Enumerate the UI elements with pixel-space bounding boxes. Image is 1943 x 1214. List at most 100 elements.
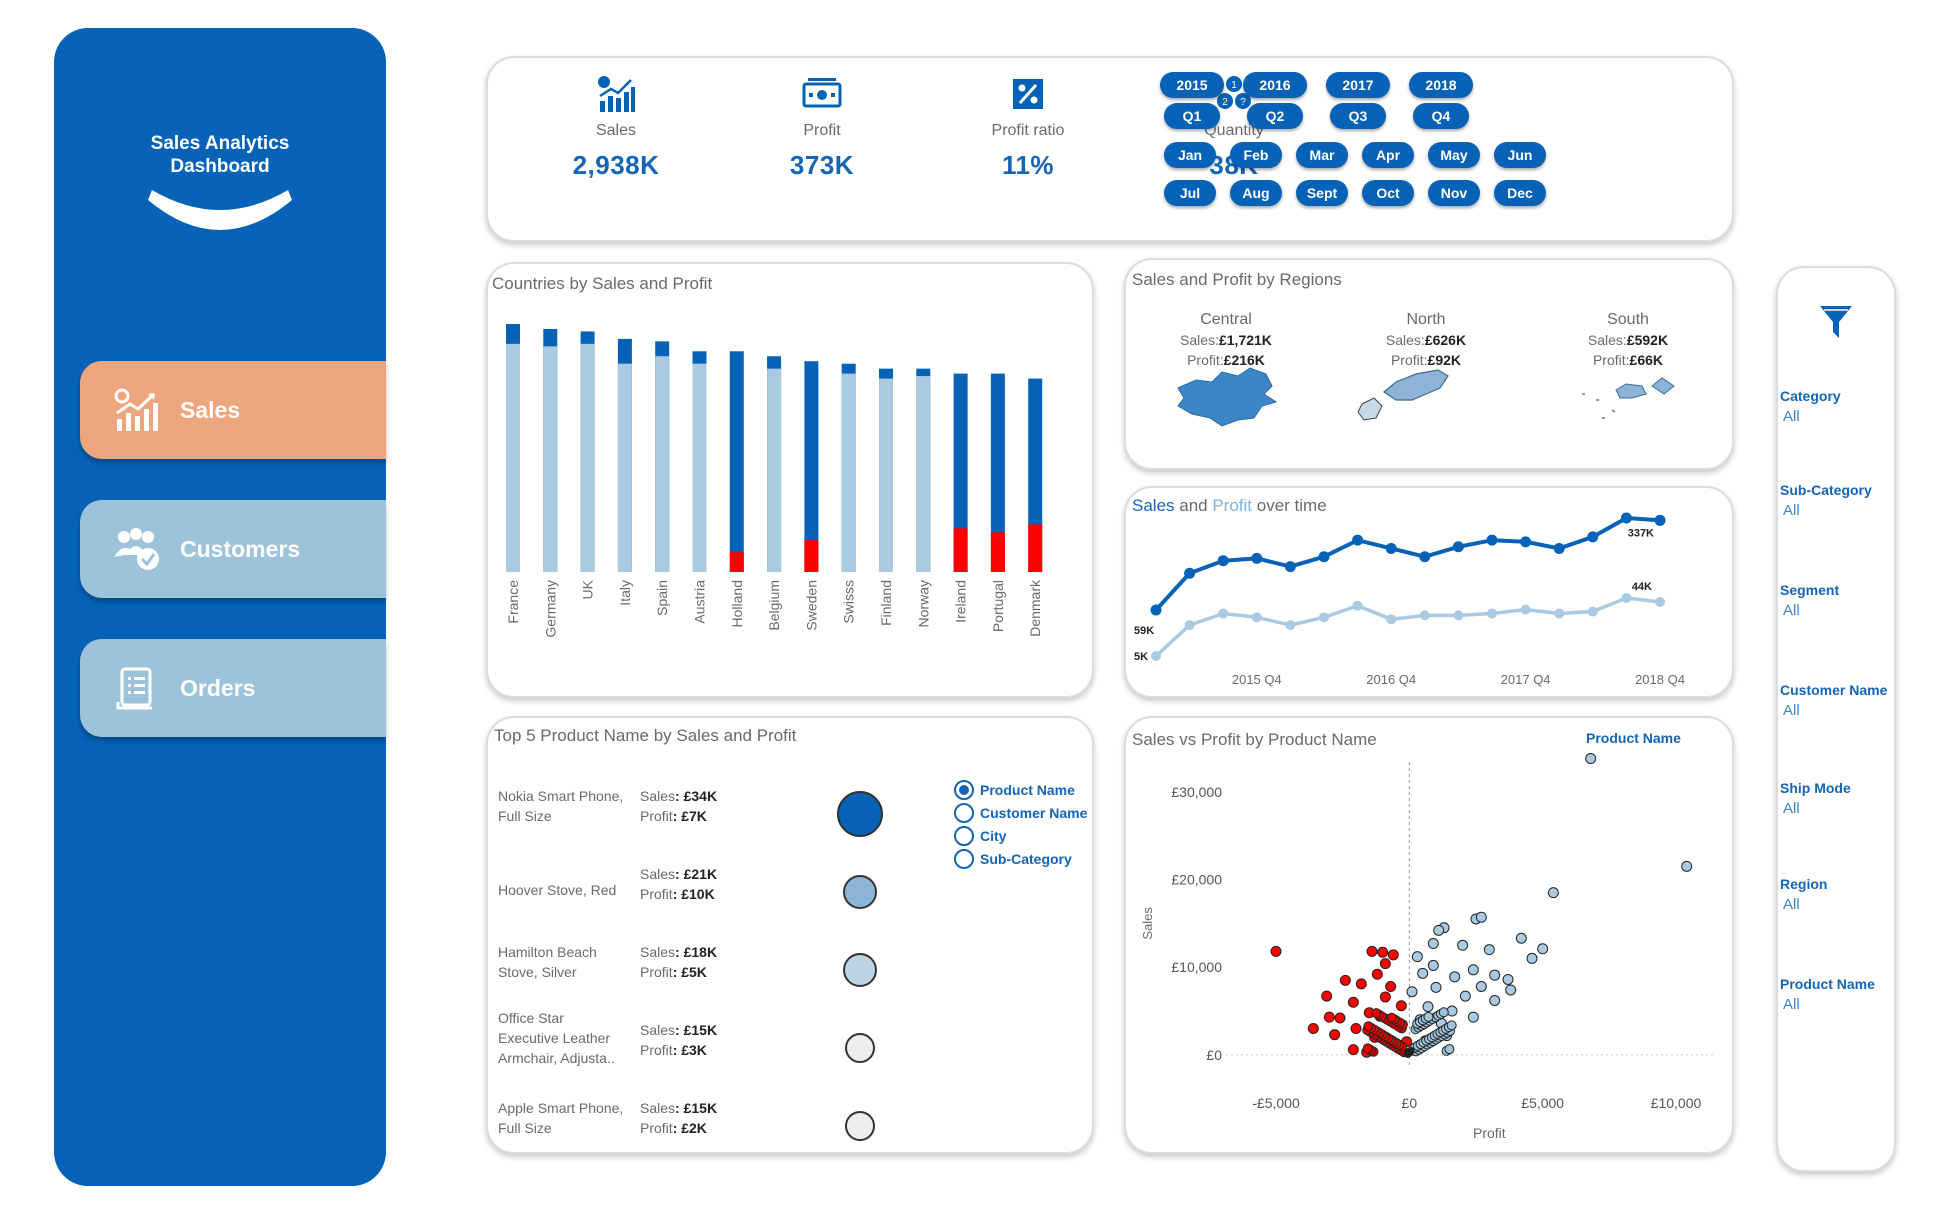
- profit-point[interactable]: [1352, 600, 1363, 611]
- radio-icon[interactable]: [954, 848, 974, 869]
- top5-bubble[interactable]: [843, 953, 877, 987]
- month-pill[interactable]: Nov: [1428, 180, 1480, 206]
- scatter-point[interactable]: [1355, 978, 1367, 990]
- scatter-point[interactable]: [1505, 984, 1517, 996]
- profit-point[interactable]: [1184, 620, 1195, 631]
- bar-profit[interactable]: [767, 368, 782, 572]
- scatter-point[interactable]: [1323, 1011, 1335, 1023]
- profit-point[interactable]: [1319, 612, 1329, 623]
- profit-point[interactable]: [1218, 608, 1229, 619]
- sales-point[interactable]: [1452, 541, 1464, 553]
- scatter-point[interactable]: [1385, 980, 1397, 992]
- scatter-point[interactable]: [1334, 1012, 1346, 1024]
- scatter-point[interactable]: [1467, 1011, 1479, 1023]
- scatter-point[interactable]: [1321, 990, 1333, 1002]
- year-pill[interactable]: 2018: [1409, 72, 1473, 98]
- scatter-point[interactable]: [1395, 1000, 1407, 1012]
- sales-point[interactable]: [1520, 536, 1532, 548]
- filter-value[interactable]: All: [1783, 502, 1872, 519]
- filter-product-name[interactable]: Product Name All: [1780, 976, 1875, 1013]
- radio-icon[interactable]: [954, 825, 974, 846]
- year-pill[interactable]: 2015: [1160, 72, 1224, 98]
- scatter-point[interactable]: [1386, 1012, 1397, 1023]
- filter-ship-mode[interactable]: Ship Mode All: [1780, 780, 1851, 817]
- top5-bubble[interactable]: [837, 791, 883, 837]
- sales-point[interactable]: [1486, 534, 1498, 546]
- filter-value[interactable]: All: [1783, 408, 1841, 425]
- sales-point[interactable]: [1553, 542, 1565, 554]
- profit-point[interactable]: [1453, 610, 1464, 621]
- bar-loss[interactable]: [729, 552, 744, 572]
- month-pill[interactable]: May: [1428, 142, 1480, 168]
- year-pill[interactable]: 2016: [1243, 72, 1307, 98]
- scatter-point[interactable]: [1502, 973, 1514, 985]
- scatter-point[interactable]: [1467, 964, 1479, 976]
- scatter-point[interactable]: [1427, 938, 1439, 950]
- filter-value[interactable]: All: [1783, 800, 1851, 817]
- bar-loss[interactable]: [953, 528, 968, 572]
- scatter-point[interactable]: [1347, 1044, 1359, 1056]
- scatter-point[interactable]: [1681, 860, 1693, 872]
- dimension-option-sub-category[interactable]: Sub-Category: [954, 847, 1087, 870]
- scatter-point[interactable]: [1433, 924, 1445, 936]
- quarter-pill[interactable]: Q2: [1247, 103, 1303, 129]
- scatter-point[interactable]: [1377, 946, 1389, 958]
- bar-profit[interactable]: [841, 373, 856, 572]
- scatter-point[interactable]: [1489, 969, 1501, 981]
- scatter-point[interactable]: [1459, 990, 1471, 1002]
- bar-profit[interactable]: [655, 356, 670, 572]
- filter-value[interactable]: All: [1783, 702, 1887, 719]
- sales-point[interactable]: [1352, 534, 1364, 546]
- filter-customer-name[interactable]: Customer Name All: [1780, 682, 1887, 719]
- sales-point[interactable]: [1620, 512, 1632, 524]
- scatter-point[interactable]: [1379, 958, 1391, 970]
- bar-sales[interactable]: [729, 351, 744, 572]
- scatter-point[interactable]: [1366, 945, 1378, 957]
- sales-point[interactable]: [1318, 551, 1330, 563]
- scatter-point[interactable]: [1379, 991, 1391, 1003]
- profit-point[interactable]: [1621, 593, 1632, 603]
- scatter-point[interactable]: [1483, 944, 1495, 956]
- profit-point[interactable]: [1285, 620, 1296, 631]
- month-pill[interactable]: Jan: [1164, 142, 1216, 168]
- scatter-point[interactable]: [1371, 968, 1383, 980]
- top5-bubble[interactable]: [843, 875, 877, 909]
- filter-sub-category[interactable]: Sub-Category All: [1780, 482, 1872, 519]
- scatter-point[interactable]: [1423, 1011, 1434, 1022]
- scatter-point[interactable]: [1417, 967, 1429, 979]
- scatter-point[interactable]: [1307, 1023, 1319, 1035]
- profit-point[interactable]: [1419, 610, 1430, 621]
- profit-point[interactable]: [1251, 612, 1262, 623]
- bar-profit[interactable]: [543, 346, 558, 572]
- bar-loss[interactable]: [1028, 524, 1043, 572]
- bar-profit[interactable]: [580, 343, 595, 572]
- nav-customers-button[interactable]: Customers: [80, 500, 386, 598]
- dimension-option-customer-name[interactable]: Customer Name: [954, 801, 1087, 824]
- scatter-point[interactable]: [1585, 753, 1597, 765]
- top5-row[interactable]: Hoover Stove, Red Sales: £21K Profit: £10K: [498, 860, 1058, 930]
- scatter-point[interactable]: [1537, 943, 1549, 955]
- scatter-point[interactable]: [1363, 1021, 1374, 1032]
- filter-region[interactable]: Region All: [1780, 876, 1827, 913]
- profit-point[interactable]: [1487, 608, 1497, 619]
- top5-row[interactable]: Office Star Executive Leather Armchair, Ad…: [498, 1010, 1058, 1086]
- sales-point[interactable]: [1217, 555, 1229, 567]
- month-pill[interactable]: Sept: [1296, 180, 1348, 206]
- dimension-option-product-name[interactable]: Product Name: [954, 778, 1087, 801]
- radio-icon[interactable]: [954, 802, 974, 823]
- sales-point[interactable]: [1251, 552, 1263, 564]
- bar-profit[interactable]: [617, 363, 632, 572]
- profit-point[interactable]: [1520, 604, 1531, 615]
- bar-loss[interactable]: [990, 532, 1005, 572]
- scatter-point[interactable]: [1444, 1044, 1455, 1055]
- scatter-point[interactable]: [1371, 1008, 1382, 1019]
- top5-row[interactable]: Hamilton Beach Stove, Silver Sales: £18K Pr…: [498, 938, 1058, 1008]
- sales-point[interactable]: [1150, 604, 1162, 616]
- radio-icon[interactable]: [954, 779, 974, 800]
- quarter-pill[interactable]: Q3: [1330, 103, 1386, 129]
- filter-value[interactable]: All: [1783, 996, 1875, 1013]
- nav-orders-button[interactable]: Orders: [80, 639, 386, 737]
- year-pill[interactable]: 2017: [1326, 72, 1390, 98]
- month-pill[interactable]: Aug: [1230, 180, 1282, 206]
- scatter-point[interactable]: [1449, 971, 1461, 983]
